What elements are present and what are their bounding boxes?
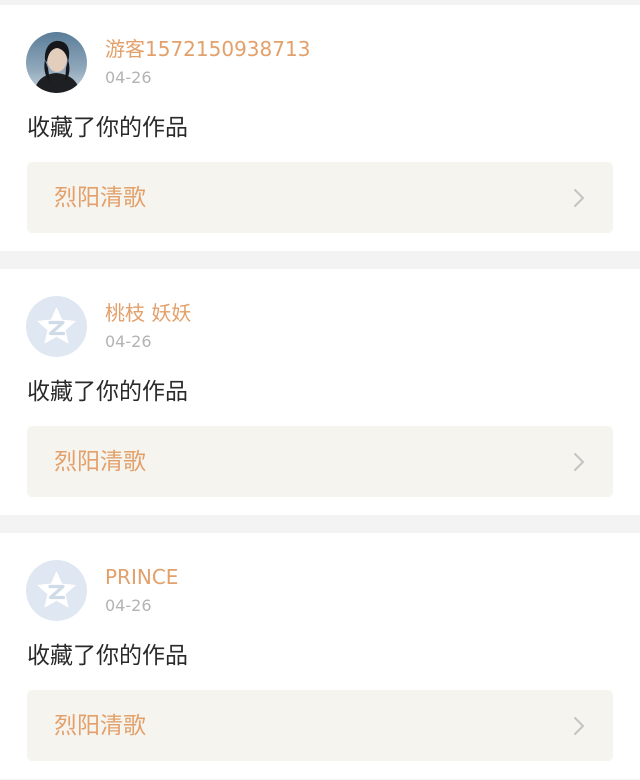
chevron-right-icon [574,188,584,207]
user-photo-icon [26,31,87,93]
notification-header: 桃枝 妖妖 04-26 [26,295,191,357]
avatar[interactable] [26,295,87,357]
notification-header: PRINCE 04-26 [26,559,178,621]
notification-card: 桃枝 妖妖 04-26 收藏了你的作品 烈阳清歌 [0,269,640,515]
user-meta: PRINCE 04-26 [105,564,178,617]
notification-feed: 游客1572150938713 04-26 收藏了你的作品 烈阳清歌 桃枝 妖妖 [0,0,640,780]
notification-date: 04-26 [105,67,152,87]
work-title: 烈阳清歌 [54,448,146,475]
action-text: 收藏了你的作品 [27,643,188,669]
z-star-icon [26,295,87,357]
username[interactable]: PRINCE [105,564,178,590]
user-meta: 桃枝 妖妖 04-26 [105,300,191,353]
username[interactable]: 游客1572150938713 [105,36,310,62]
action-text: 收藏了你的作品 [27,379,188,405]
work-link[interactable]: 烈阳清歌 [27,690,613,761]
notification-header: 游客1572150938713 04-26 [26,31,310,93]
avatar[interactable] [26,31,87,93]
chevron-right-icon [574,716,584,735]
work-link[interactable]: 烈阳清歌 [27,162,613,233]
work-title: 烈阳清歌 [54,712,146,739]
chevron-right-icon [574,452,584,471]
work-title: 烈阳清歌 [54,184,146,211]
notification-card: 游客1572150938713 04-26 收藏了你的作品 烈阳清歌 [0,5,640,251]
avatar[interactable] [26,559,87,621]
notification-date: 04-26 [105,331,152,351]
action-text: 收藏了你的作品 [27,115,188,141]
user-meta: 游客1572150938713 04-26 [105,36,310,89]
notification-date: 04-26 [105,595,152,615]
z-star-icon [26,559,87,621]
username[interactable]: 桃枝 妖妖 [105,300,191,326]
notification-card: PRINCE 04-26 收藏了你的作品 烈阳清歌 [0,533,640,779]
work-link[interactable]: 烈阳清歌 [27,426,613,497]
